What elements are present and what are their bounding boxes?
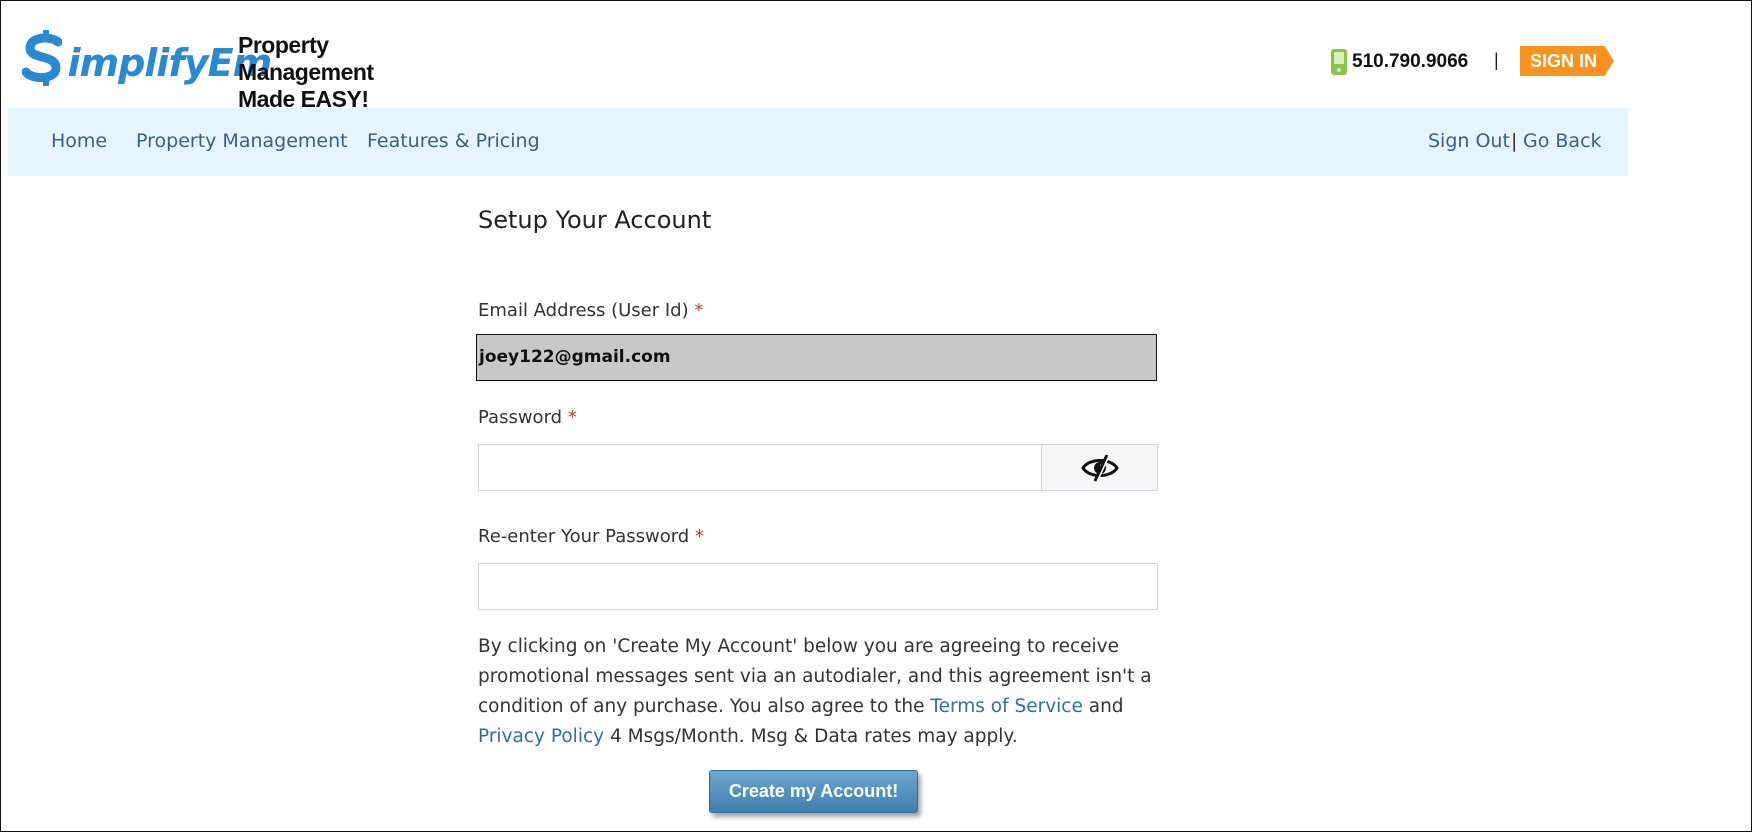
logo-text-simplify: $implify bbox=[67, 41, 208, 85]
phone-contact[interactable]: 510.790.9066 bbox=[1330, 48, 1468, 76]
create-account-button[interactable]: Create my Account! bbox=[709, 770, 918, 813]
password-label: Password * bbox=[478, 407, 577, 428]
logo[interactable]: $implifyEm Property Management Made EASY… bbox=[22, 26, 452, 112]
sign-in-button[interactable]: SIGN IN bbox=[1520, 46, 1614, 76]
email-label-text: Email Address (User Id) bbox=[478, 300, 689, 321]
sign-out-link[interactable]: Sign Out bbox=[1428, 130, 1510, 152]
main-nav: Home Property Management Features & Pric… bbox=[8, 108, 1628, 176]
reenter-password-label-text: Re-enter Your Password bbox=[478, 526, 690, 547]
page-title: Setup Your Account bbox=[478, 206, 712, 234]
go-back-link[interactable]: Go Back bbox=[1523, 130, 1602, 152]
phone-number: 510.790.9066 bbox=[1352, 51, 1469, 72]
reenter-password-input[interactable] bbox=[478, 563, 1158, 610]
eye-slash-icon bbox=[1080, 453, 1119, 482]
privacy-policy-link[interactable]: Privacy Policy bbox=[478, 726, 604, 747]
phone-icon bbox=[1331, 49, 1347, 75]
terms-of-service-link[interactable]: Terms of Service bbox=[930, 696, 1082, 717]
terms-text: By clicking on 'Create My Account' below… bbox=[478, 632, 1178, 752]
nav-divider: | bbox=[1511, 130, 1518, 152]
required-mark: * bbox=[567, 407, 577, 428]
required-mark: * bbox=[694, 526, 704, 547]
nav-item-features-pricing[interactable]: Features & Pricing bbox=[367, 130, 540, 152]
reenter-password-label: Re-enter Your Password * bbox=[478, 526, 704, 547]
tagline-line1: Property Management bbox=[238, 32, 374, 85]
terms-part2: 4 Msgs/Month. Msg & Data rates may apply… bbox=[604, 726, 1018, 747]
nav-item-property-management[interactable]: Property Management bbox=[136, 130, 348, 152]
password-input[interactable] bbox=[478, 444, 1042, 491]
email-field[interactable]: joey122@gmail.com bbox=[476, 334, 1157, 381]
header-separator: | bbox=[1494, 50, 1499, 70]
toggle-password-visibility-button[interactable] bbox=[1041, 444, 1158, 491]
terms-and: and bbox=[1082, 696, 1124, 717]
password-label-text: Password bbox=[478, 407, 563, 428]
email-label: Email Address (User Id) * bbox=[478, 300, 703, 321]
required-mark: * bbox=[694, 300, 704, 321]
tagline: Property Management Made EASY! bbox=[238, 32, 452, 113]
nav-item-home[interactable]: Home bbox=[51, 130, 107, 152]
